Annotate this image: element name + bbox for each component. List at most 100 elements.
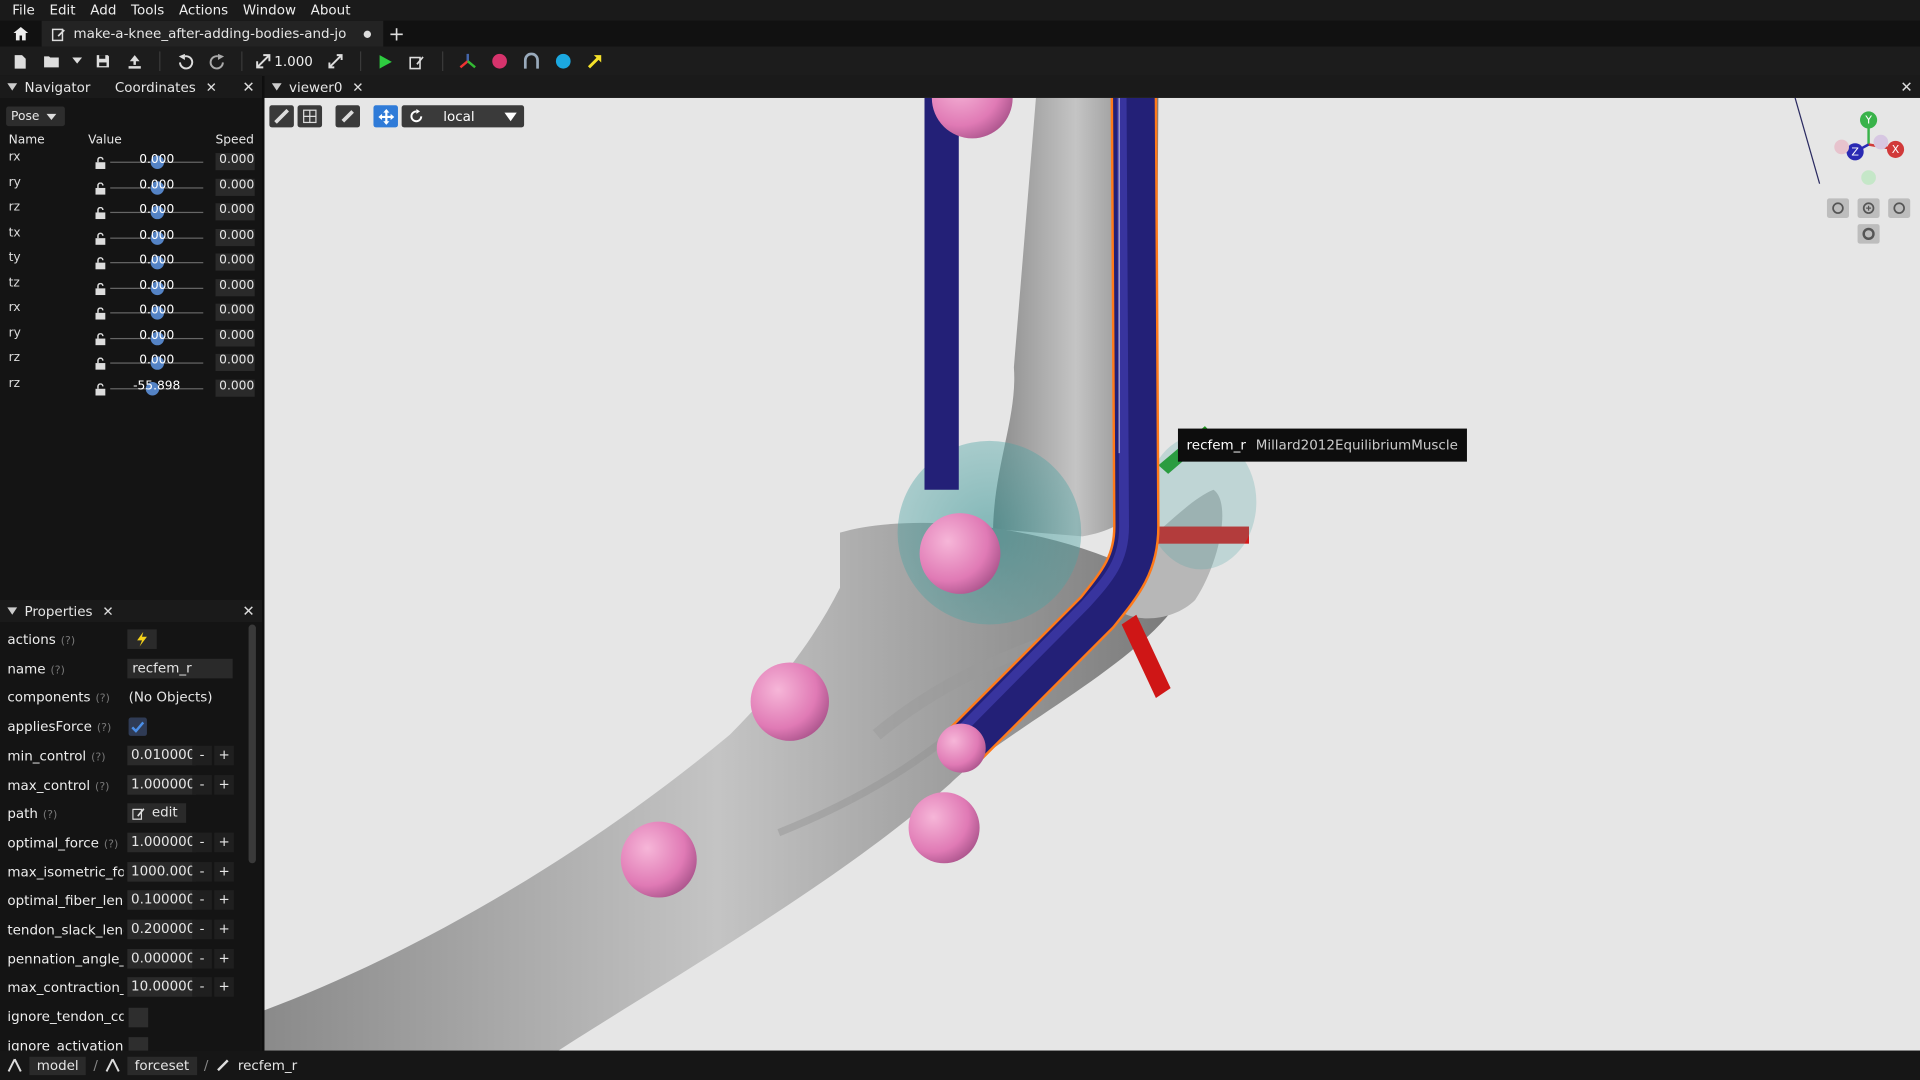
coordinate-value[interactable]: -55.898 bbox=[132, 379, 181, 392]
increment-button[interactable]: + bbox=[214, 977, 234, 998]
number-input[interactable]: 1000.0000 bbox=[127, 861, 204, 882]
help-marker[interactable]: (?) bbox=[95, 781, 109, 793]
open-recent-dropdown[interactable] bbox=[69, 49, 86, 73]
decrement-button[interactable]: - bbox=[192, 890, 212, 911]
breadcrumb-forceset[interactable]: forceset bbox=[127, 1056, 197, 1075]
collapse-icon[interactable] bbox=[271, 83, 282, 91]
reload-button[interactable] bbox=[120, 49, 149, 73]
close-tab-icon[interactable]: ✕ bbox=[352, 79, 363, 95]
home-tab[interactable] bbox=[0, 21, 42, 47]
coordinate-value[interactable]: 0.000 bbox=[132, 354, 181, 367]
applies-force-checkbox[interactable] bbox=[128, 717, 147, 737]
zoom-in-button[interactable] bbox=[1857, 198, 1880, 218]
coordinate-value[interactable]: 0.000 bbox=[132, 228, 181, 241]
document-tab[interactable]: make-a-knee_after-adding-bodies-and-jo bbox=[41, 20, 384, 47]
marker-ball[interactable] bbox=[936, 723, 986, 773]
marker-ball[interactable] bbox=[620, 821, 697, 898]
coordinate-value[interactable]: 0.000 bbox=[132, 253, 181, 266]
coordinate-speed[interactable]: 0.0000 bbox=[215, 353, 255, 372]
tab-coordinates[interactable]: Coordinates bbox=[115, 79, 196, 95]
coordinate-value[interactable]: 0.000 bbox=[132, 304, 181, 317]
scene-settings-button[interactable] bbox=[297, 105, 323, 128]
increment-button[interactable]: + bbox=[214, 919, 234, 940]
help-marker[interactable]: (?) bbox=[50, 665, 64, 677]
increment-button[interactable]: + bbox=[214, 861, 234, 882]
decrement-button[interactable]: - bbox=[192, 832, 212, 853]
unlock-icon[interactable] bbox=[94, 332, 106, 345]
help-marker[interactable]: (?) bbox=[91, 752, 105, 764]
decrement-button[interactable]: - bbox=[192, 948, 212, 969]
add-frame-button[interactable] bbox=[452, 49, 481, 73]
help-marker[interactable]: (?) bbox=[43, 810, 57, 822]
unlock-icon[interactable] bbox=[94, 382, 106, 395]
breadcrumb-model[interactable]: model bbox=[29, 1056, 87, 1075]
menu-file[interactable]: File bbox=[5, 2, 42, 18]
coordinate-speed[interactable]: 0.0000 bbox=[215, 378, 255, 397]
3d-viewport[interactable]: Y X Z local recfem_r Millard2012Equilibr bbox=[264, 97, 1920, 1051]
scale-icon-button[interactable] bbox=[252, 49, 274, 73]
path-edit-button[interactable]: edit bbox=[127, 803, 187, 824]
coordinate-value[interactable]: 0.000 bbox=[132, 329, 181, 342]
number-input[interactable]: 1.000000 bbox=[127, 774, 196, 795]
menu-about[interactable]: About bbox=[303, 2, 358, 18]
add-marker-button[interactable] bbox=[548, 49, 577, 73]
orientation-gizmo[interactable]: Y X Z bbox=[1834, 111, 1905, 185]
number-input[interactable]: 10.000000 bbox=[127, 977, 204, 998]
coordinate-speed[interactable]: 0.0000 bbox=[215, 228, 255, 246]
undo-button[interactable] bbox=[170, 49, 199, 73]
decrement-button[interactable]: - bbox=[192, 774, 212, 795]
decrement-button[interactable]: - bbox=[192, 919, 212, 940]
scene[interactable]: Y X Z bbox=[264, 97, 1920, 1051]
unlock-icon[interactable] bbox=[94, 156, 106, 169]
coordinate-value[interactable]: 0.000 bbox=[132, 153, 181, 166]
coordinate-speed[interactable]: 0.0000 bbox=[215, 203, 255, 221]
number-input[interactable]: 0.200000 bbox=[127, 919, 196, 940]
pose-dropdown[interactable]: Pose bbox=[6, 106, 65, 127]
unlock-icon[interactable] bbox=[94, 307, 106, 320]
collapse-icon[interactable] bbox=[7, 607, 18, 615]
open-file-button[interactable] bbox=[37, 49, 66, 73]
decrement-button[interactable]: - bbox=[192, 861, 212, 882]
increment-button[interactable]: + bbox=[214, 774, 234, 795]
close-panel-icon[interactable]: ✕ bbox=[242, 602, 254, 619]
number-input[interactable]: 0.010000 bbox=[127, 745, 196, 766]
coordinate-speed[interactable]: 0.0000 bbox=[215, 278, 255, 296]
frame-mode-select[interactable]: local bbox=[401, 105, 524, 128]
unlock-icon[interactable] bbox=[94, 257, 106, 270]
coordinate-speed[interactable]: 0.0000 bbox=[215, 253, 255, 271]
close-tab-icon[interactable]: ✕ bbox=[102, 603, 113, 619]
properties-scrollbar[interactable] bbox=[248, 624, 256, 864]
help-marker[interactable]: (?) bbox=[61, 636, 75, 648]
add-tab-button[interactable]: + bbox=[383, 22, 410, 45]
close-panel-icon[interactable]: ✕ bbox=[242, 78, 254, 95]
scale-value[interactable]: 1.000 bbox=[274, 53, 313, 69]
coordinate-value[interactable]: 0.000 bbox=[132, 279, 181, 292]
breadcrumb-recfem[interactable]: recfem_r bbox=[238, 1057, 297, 1073]
simulate-button[interactable] bbox=[370, 49, 399, 73]
decrement-button[interactable]: - bbox=[192, 977, 212, 998]
close-tab-icon[interactable]: ✕ bbox=[206, 79, 217, 95]
number-input[interactable]: 0.000000 bbox=[127, 948, 196, 969]
decrement-button[interactable]: - bbox=[192, 745, 212, 766]
menu-edit[interactable]: Edit bbox=[42, 2, 83, 18]
new-file-button[interactable] bbox=[5, 49, 34, 73]
coordinate-speed[interactable]: 0.0000 bbox=[215, 153, 255, 171]
close-viewer-icon[interactable]: ✕ bbox=[1900, 78, 1912, 95]
add-joint-button[interactable] bbox=[516, 49, 545, 73]
coordinate-value[interactable]: 0.000 bbox=[132, 178, 181, 191]
viewer-title[interactable]: viewer0 bbox=[289, 79, 342, 95]
coordinate-speed[interactable]: 0.0000 bbox=[215, 178, 255, 196]
increment-button[interactable]: + bbox=[214, 832, 234, 853]
redo-button[interactable] bbox=[202, 49, 231, 73]
help-marker[interactable]: (?) bbox=[104, 839, 118, 851]
unlock-icon[interactable] bbox=[94, 181, 106, 195]
increment-button[interactable]: + bbox=[214, 948, 234, 969]
add-force-button[interactable] bbox=[580, 49, 609, 73]
unlock-icon[interactable] bbox=[94, 232, 106, 245]
autoscale-button[interactable] bbox=[320, 49, 349, 73]
coordinate-speed[interactable]: 0.0000 bbox=[215, 328, 255, 346]
marker-ball[interactable] bbox=[750, 662, 829, 741]
menu-tools[interactable]: Tools bbox=[124, 2, 172, 18]
menu-window[interactable]: Window bbox=[236, 2, 304, 18]
zoom-fit-button[interactable] bbox=[1888, 198, 1911, 218]
